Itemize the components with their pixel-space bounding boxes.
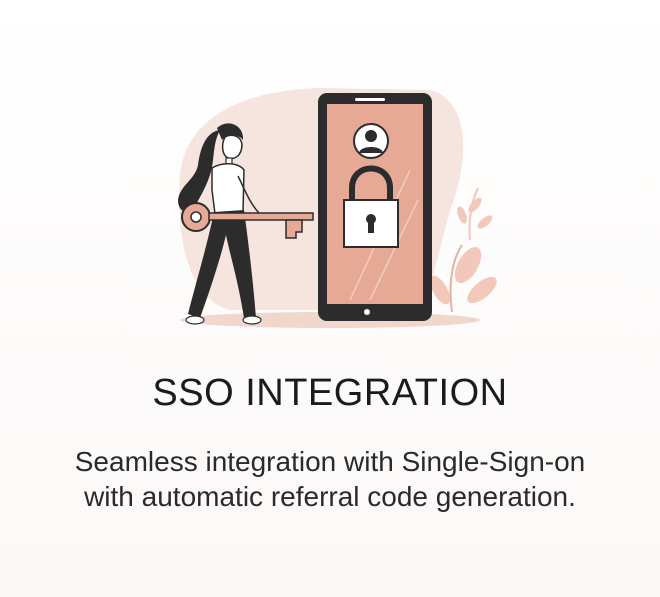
sso-feature-card: SSO INTEGRATION Seamless integration wit…	[0, 0, 660, 597]
feature-description: Seamless integration with Single-Sign-on…	[74, 446, 586, 512]
feature-title: SSO INTEGRATION	[152, 372, 508, 414]
sso-illustration	[178, 88, 497, 328]
user-avatar-icon	[353, 123, 389, 159]
